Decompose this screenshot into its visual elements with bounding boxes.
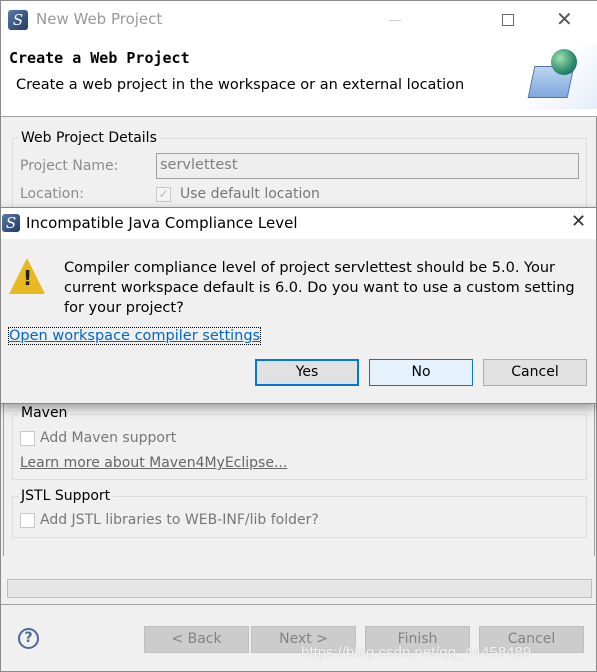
myeclipse-logo-icon: S: [2, 214, 20, 232]
wizard-title: Create a Web Project: [9, 49, 190, 67]
use-default-location-label: Use default location: [180, 186, 320, 202]
project-name-input[interactable]: servlettest: [156, 153, 579, 179]
title-bar: S New Web Project ✕: [1, 1, 597, 39]
warning-icon: !: [9, 258, 45, 294]
help-icon[interactable]: ?: [18, 628, 39, 649]
maximize-button[interactable]: [502, 14, 514, 26]
learn-more-maven-link[interactable]: Learn more about Maven4MyEclipse...: [20, 455, 287, 471]
wizard-subtitle: Create a web project in the workspace or…: [16, 77, 465, 93]
project-name-label: Project Name:: [20, 158, 119, 174]
minimize-button[interactable]: [389, 20, 401, 21]
add-maven-label: Add Maven support: [40, 430, 177, 446]
yes-button[interactable]: Yes: [255, 359, 359, 386]
dialog-title: Incompatible Java Compliance Level: [26, 214, 298, 232]
add-maven-checkbox[interactable]: [20, 431, 35, 446]
close-button[interactable]: ✕: [556, 7, 573, 31]
dialog-cancel-button[interactable]: Cancel: [483, 359, 587, 386]
location-label: Location:: [20, 186, 84, 202]
use-default-location-checkbox[interactable]: ✓: [156, 187, 171, 202]
compliance-dialog: S Incompatible Java Compliance Level ✕ !…: [0, 207, 597, 404]
no-button[interactable]: No: [369, 359, 473, 386]
details-legend: Web Project Details: [18, 130, 160, 146]
add-jstl-label: Add JSTL libraries to WEB-INF/lib folder…: [40, 512, 319, 528]
add-jstl-checkbox[interactable]: [20, 513, 35, 528]
footer-separator: [1, 604, 597, 605]
back-button[interactable]: < Back: [144, 626, 249, 653]
dialog-close-button[interactable]: ✕: [571, 211, 586, 232]
maven-legend: Maven: [18, 405, 71, 421]
myeclipse-logo-icon: S: [8, 10, 28, 30]
folder-globe-icon: [521, 44, 597, 109]
progress-bar: [7, 579, 592, 598]
jstl-legend: JSTL Support: [18, 488, 114, 504]
wizard-header: Create a Web Project Create a web projec…: [1, 39, 597, 117]
window-title: New Web Project: [36, 10, 163, 28]
dialog-title-bar: S Incompatible Java Compliance Level ✕: [1, 208, 596, 239]
dialog-message: Compiler compliance level of project ser…: [64, 260, 575, 316]
open-compiler-settings-link[interactable]: Open workspace compiler settings: [7, 327, 262, 345]
watermark: https://blog.csdn.net/qq_44458489: [301, 644, 532, 661]
